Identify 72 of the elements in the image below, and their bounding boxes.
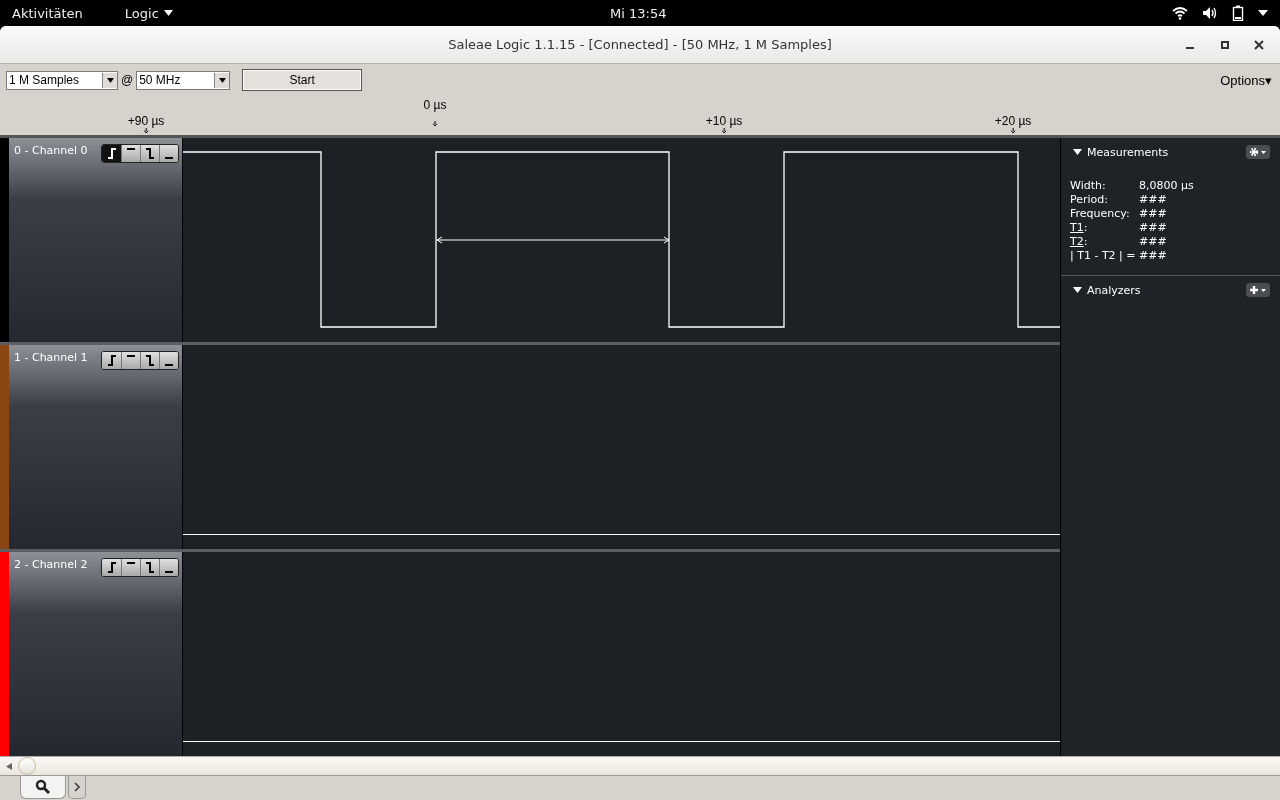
trigger-button[interactable] bbox=[102, 559, 121, 576]
trigger-button[interactable] bbox=[121, 352, 140, 369]
chevron-right-icon bbox=[74, 782, 80, 792]
expand-icon[interactable] bbox=[1073, 287, 1082, 293]
add-analyzer-button[interactable] bbox=[1246, 283, 1270, 297]
trigger-button[interactable] bbox=[121, 559, 140, 576]
tick-icon bbox=[432, 121, 438, 126]
maximize-icon[interactable] bbox=[1220, 40, 1230, 50]
caret-icon bbox=[163, 10, 173, 16]
trigger-button[interactable] bbox=[140, 145, 159, 162]
measurement-value: ### bbox=[1139, 249, 1167, 263]
wifi-icon[interactable] bbox=[1172, 6, 1188, 20]
trigger-button[interactable] bbox=[102, 352, 121, 369]
measurements-title[interactable]: Measurements bbox=[1087, 145, 1169, 159]
falling-edge-icon bbox=[145, 355, 155, 366]
measurement-label: Period: bbox=[1070, 193, 1109, 207]
volume-icon[interactable] bbox=[1202, 6, 1218, 20]
start-button[interactable]: Start bbox=[242, 69, 363, 91]
options-menu[interactable]: Options▾ bbox=[1220, 72, 1274, 88]
settings-button[interactable] bbox=[1246, 145, 1270, 159]
samples-dropdown[interactable]: 1 M Samples bbox=[6, 70, 118, 90]
battery-icon[interactable] bbox=[1232, 5, 1244, 21]
close-icon[interactable] bbox=[1254, 40, 1264, 50]
clock[interactable]: Mi 13:54 bbox=[610, 5, 667, 21]
trigger-button[interactable] bbox=[159, 352, 178, 369]
caret-icon[interactable] bbox=[1258, 10, 1268, 16]
trigger-button[interactable] bbox=[140, 559, 159, 576]
time-label: +20 µs bbox=[994, 114, 1032, 128]
tick-icon bbox=[143, 128, 149, 133]
trigger-button[interactable] bbox=[102, 145, 121, 162]
search-tab[interactable] bbox=[20, 776, 66, 799]
channel-name[interactable]: 0 - Channel 0 bbox=[14, 144, 88, 157]
measurement-label: T2: bbox=[1070, 235, 1089, 249]
measurement-value: ### bbox=[1139, 235, 1167, 249]
scroll-thumb[interactable] bbox=[18, 757, 36, 775]
measurement-label: Width: bbox=[1070, 179, 1107, 193]
trigger-button[interactable] bbox=[121, 145, 140, 162]
window-title: Saleae Logic 1.1.15 - [Connected] - [50 MHz, 1 M Samples] bbox=[448, 37, 832, 52]
channel-name[interactable]: 2 - Channel 2 bbox=[14, 558, 88, 571]
search-icon bbox=[35, 779, 51, 795]
rate-dropdown[interactable]: 50 MHz bbox=[136, 70, 231, 90]
measurement-value: ### bbox=[1139, 193, 1167, 207]
trigger-button[interactable] bbox=[159, 145, 178, 162]
app-menu[interactable]: Logic bbox=[112, 5, 185, 21]
rising-edge-icon bbox=[106, 355, 117, 366]
horizontal-scrollbar[interactable] bbox=[0, 756, 1280, 776]
rising-edge-icon bbox=[106, 562, 117, 573]
measurement-label: T1: bbox=[1070, 221, 1089, 235]
falling-edge-icon bbox=[145, 148, 155, 159]
measurement-label: | T1 - T2 | = bbox=[1070, 249, 1137, 263]
scroll-left-icon[interactable] bbox=[6, 762, 12, 770]
expand-icon[interactable] bbox=[1073, 149, 1082, 155]
trigger-button[interactable] bbox=[159, 559, 178, 576]
caret-icon bbox=[218, 77, 226, 83]
time-label: 0 µs bbox=[423, 98, 447, 112]
more-tab[interactable] bbox=[68, 776, 86, 799]
caret-icon bbox=[106, 77, 114, 83]
activities-button[interactable]: Aktivitäten bbox=[0, 5, 95, 21]
time-label: +90 µs bbox=[127, 114, 165, 128]
measurement-value: ### bbox=[1139, 207, 1167, 221]
channel-name[interactable]: 1 - Channel 1 bbox=[14, 351, 88, 364]
tick-icon bbox=[1010, 128, 1016, 133]
time-label: +10 µs bbox=[705, 114, 743, 128]
rising-edge-icon bbox=[106, 148, 117, 159]
falling-edge-icon bbox=[145, 562, 155, 573]
tick-icon bbox=[721, 128, 727, 133]
at-label: @ bbox=[121, 73, 134, 87]
measurement-value: 8,0800 µs bbox=[1139, 179, 1194, 193]
measurement-label: Frequency: bbox=[1070, 207, 1131, 221]
analyzers-title[interactable]: Analyzers bbox=[1087, 283, 1141, 297]
trigger-button[interactable] bbox=[140, 352, 159, 369]
measurement-value: ### bbox=[1139, 221, 1167, 235]
